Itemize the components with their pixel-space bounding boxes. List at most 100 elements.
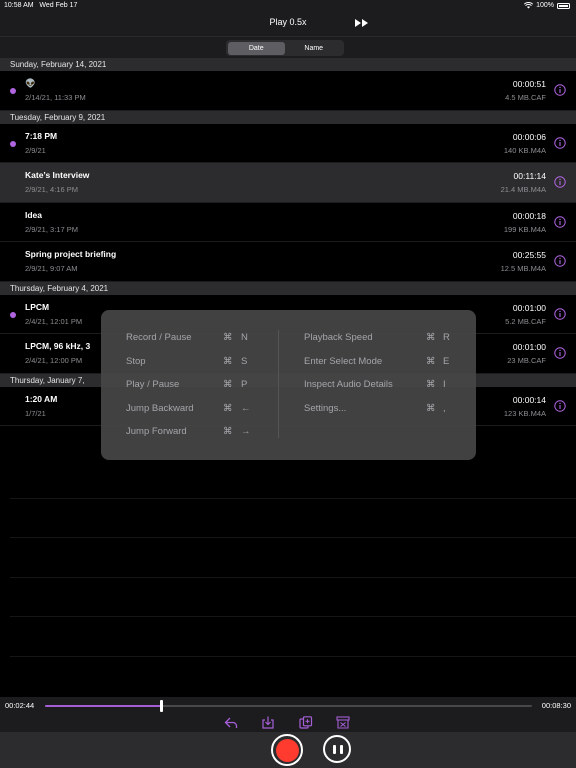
duplicate-icon[interactable] <box>299 716 313 729</box>
info-icon[interactable] <box>554 215 566 228</box>
empty-row <box>10 499 576 538</box>
shortcut-label: Jump Backward <box>126 402 194 414</box>
record-controls <box>0 732 576 768</box>
shortcut-label: Record / Pause <box>126 332 192 343</box>
recording-name: Spring project briefing <box>25 249 117 259</box>
shortcuts-left-column: Record / Pause ⌘ N Stop ⌘ S Play / Pause ⌘ P Jump… <box>126 330 266 448</box>
shortcut-label: Settings... <box>304 402 347 414</box>
command-key-icon: ⌘ <box>426 402 436 414</box>
recording-duration: 00:11:14 <box>513 171 546 181</box>
shortcut-key: E <box>443 355 450 367</box>
command-key-icon: ⌘ <box>426 355 436 367</box>
recording-date: 2/14/21, 11:33 PM <box>25 93 86 102</box>
empty-row <box>10 578 576 617</box>
playback-scrubber[interactable] <box>45 700 532 712</box>
recording-name: LPCM <box>25 301 50 312</box>
trim-icon[interactable] <box>336 716 350 729</box>
fast-forward-icon[interactable] <box>354 18 370 28</box>
scrubber-thumb[interactable] <box>160 700 164 712</box>
clock-text: 10:58 AM <box>4 2 34 9</box>
empty-row <box>10 617 576 657</box>
download-icon[interactable] <box>261 716 275 729</box>
section-header: Sunday, February 14, 2021 <box>0 58 576 71</box>
shortcuts-right-column: Playback Speed ⌘ R Enter Select Mode ⌘ E Inspe… <box>304 330 464 424</box>
empty-list-rows <box>10 459 576 699</box>
shortcut-key: P <box>241 379 248 390</box>
shortcut-key: → <box>241 426 251 437</box>
recording-date: 2/4/21, 12:01 PM <box>25 316 83 326</box>
recording-date: 2/9/21, 3:17 PM <box>25 224 78 234</box>
status-right: 100% <box>524 2 570 9</box>
recording-duration: 00:01:00 <box>512 342 546 352</box>
recording-row[interactable]: Idea 2/9/21, 3:17 PM 00:00:18 199 KB.M4A <box>0 202 576 242</box>
info-icon[interactable] <box>554 347 566 359</box>
scrubber-progress <box>45 705 162 707</box>
shortcut-key: R <box>443 332 450 343</box>
recording-row[interactable]: 7:18 PM 2/9/21 00:00:06 140 KB.M4A <box>0 123 576 163</box>
info-icon[interactable] <box>554 84 566 96</box>
recording-date: 2/9/21 <box>25 145 46 155</box>
command-key-icon: ⌘ <box>223 426 233 437</box>
recording-row[interactable]: Kate’s Interview 2/9/21, 4:16 PM 00:11:14 2… <box>0 163 576 203</box>
total-time: 00:08:30 <box>541 701 571 710</box>
recording-duration: 00:00:51 <box>512 79 546 89</box>
sort-by-name-button[interactable]: Name <box>285 42 343 55</box>
command-key-icon: ⌘ <box>426 332 436 343</box>
recording-row[interactable]: Spring project briefing 2/9/21, 9:07 AM 00… <box>0 242 576 282</box>
sort-bar: Date Name <box>0 36 576 58</box>
shortcut-label: Jump Forward <box>126 426 187 437</box>
shortcut-item: Record / Pause ⌘ N <box>126 330 266 354</box>
empty-row <box>10 538 576 578</box>
recording-name: 1:20 AM <box>25 393 58 404</box>
playback-speed-title[interactable]: Play 0.5x <box>0 17 576 27</box>
battery-icon <box>557 2 570 9</box>
section-header: Thursday, February 4, 2021 <box>0 281 576 295</box>
info-icon[interactable] <box>554 255 566 267</box>
command-key-icon: ⌘ <box>223 332 233 343</box>
keyboard-shortcuts-overlay: Record / Pause ⌘ N Stop ⌘ S Play / Pause ⌘ P Jump… <box>101 310 476 460</box>
battery-text: 100% <box>536 2 554 9</box>
recording-name: 👽 <box>25 78 36 88</box>
elapsed-time: 00:02:44 <box>5 701 35 710</box>
info-icon[interactable] <box>554 399 566 412</box>
playback-bar: 00:02:44 00:08:30 <box>0 697 576 732</box>
recording-duration: 00:00:06 <box>512 131 546 142</box>
shortcut-key: N <box>241 332 248 343</box>
info-icon[interactable] <box>554 176 566 188</box>
recording-date: 1/7/21 <box>25 408 46 418</box>
recording-row[interactable]: 👽 2/14/21, 11:33 PM 00:00:51 4.5 MB.CAF <box>0 71 576 111</box>
sort-segmented-control: Date Name <box>226 40 344 56</box>
shortcut-key: ← <box>241 402 251 414</box>
status-bar: 10:58 AM Wed Feb 17 100% <box>0 0 576 12</box>
empty-row <box>10 459 576 499</box>
shortcut-label: Enter Select Mode <box>304 355 383 367</box>
recording-name: 7:18 PM <box>25 130 58 141</box>
recording-duration: 00:00:18 <box>512 210 546 221</box>
record-button[interactable] <box>271 734 303 766</box>
recording-duration: 00:01:00 <box>512 302 546 313</box>
shortcut-item: Settings... ⌘, <box>304 401 464 425</box>
info-icon[interactable] <box>554 307 566 320</box>
shortcut-item: Jump Forward ⌘ → <box>126 424 266 448</box>
share-icon[interactable] <box>224 716 238 729</box>
recording-size: 140 KB.M4A <box>503 145 546 155</box>
wifi-icon <box>524 2 534 9</box>
sort-by-date-button[interactable]: Date <box>227 41 285 55</box>
shortcut-label: Play / Pause <box>126 379 180 390</box>
shortcut-key: I <box>443 379 446 390</box>
status-time: 10:58 AM Wed Feb 17 <box>4 2 77 9</box>
command-key-icon: ⌘ <box>223 355 233 367</box>
shortcut-label: Inspect Audio Details <box>304 379 393 390</box>
recording-duration: 00:00:14 <box>512 394 546 405</box>
pause-button[interactable] <box>323 735 351 763</box>
recording-name: LPCM, 96 kHz, 3 <box>25 341 91 351</box>
recording-date: 2/9/21, 4:16 PM <box>25 185 78 194</box>
info-icon[interactable] <box>554 136 566 149</box>
date-text: Wed Feb 17 <box>39 2 78 9</box>
shortcut-item: Stop ⌘ S <box>126 354 266 378</box>
shortcut-item: Enter Select Mode ⌘ E <box>304 354 464 378</box>
recording-date: 2/4/21, 12:00 PM <box>25 356 83 365</box>
recording-date: 2/9/21, 9:07 AM <box>25 264 78 273</box>
recording-size: 12.5 MB.M4A <box>500 264 546 273</box>
recording-size: 21.4 MB.M4A <box>500 185 546 194</box>
